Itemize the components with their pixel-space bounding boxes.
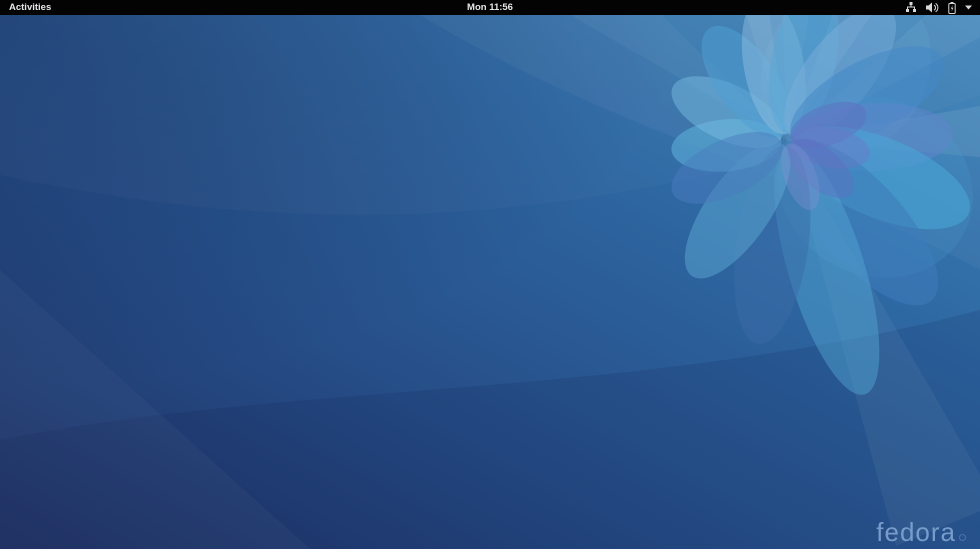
clock-button[interactable]: Mon 11:56 — [467, 0, 513, 15]
fedora-logo-text: fedora — [876, 517, 956, 548]
wallpaper — [0, 15, 980, 549]
fedora-logo: fedora — [876, 517, 966, 548]
volume-icon[interactable] — [926, 2, 939, 13]
system-status-area — [905, 0, 980, 15]
wallpaper-art — [0, 15, 980, 549]
activities-button[interactable]: Activities — [0, 0, 60, 15]
battery-charging-icon[interactable] — [948, 2, 956, 14]
session-dropdown-arrow-icon[interactable] — [965, 5, 972, 10]
top-panel: Activities Mon 11:56 — [0, 0, 980, 15]
network-wired-icon[interactable] — [905, 2, 917, 13]
trademark-mark — [959, 534, 966, 541]
desktop-screen: Activities Mon 11:56 — [0, 0, 980, 549]
